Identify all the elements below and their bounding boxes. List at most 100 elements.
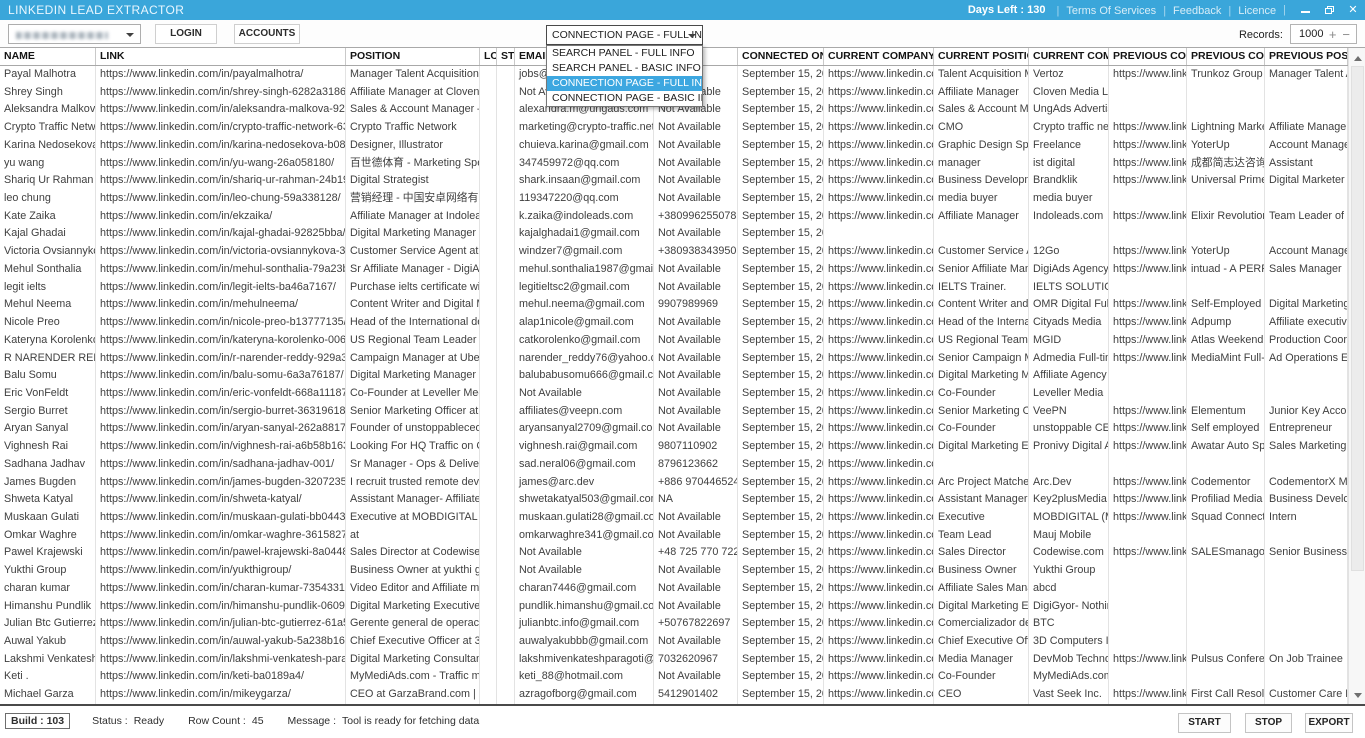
column-header-name[interactable]: NAME [0,48,96,65]
table-row[interactable]: leo chunghttps://www.linkedin.com/in/leo… [0,190,1348,208]
table-cell [1265,190,1348,208]
table-row[interactable]: Victoria Ovsiannykovahttps://www.linkedi… [0,243,1348,261]
table-row[interactable]: Himanshu Pundlikhttps://www.linkedin.com… [0,598,1348,616]
table-cell: https://www.linkedin.com/in/yu-wang-26a0… [96,155,346,173]
column-header-position[interactable]: POSITION [346,48,480,65]
table-row[interactable]: yu wanghttps://www.linkedin.com/in/yu-wa… [0,155,1348,173]
column-header-location[interactable]: LOCATION [480,48,497,65]
dropdown-option[interactable]: SEARCH PANEL - FULL INFO [547,46,702,61]
table-cell: Business Developme [1265,491,1348,509]
table-body: Payal Malhotrahttps://www.linkedin.com/i… [0,66,1348,704]
table-cell [497,84,515,102]
table-row[interactable]: Aryan Sanyalhttps://www.linkedin.com/in/… [0,420,1348,438]
minus-icon[interactable]: − [1342,28,1350,41]
plus-icon[interactable]: + [1329,28,1337,41]
column-header-current-position[interactable]: CURRENT POSITION [934,48,1029,65]
table-cell: https://www.linkedin.com/ [824,261,934,279]
table-cell: https://www.linkedin.com/in/shweta-katya… [96,491,346,509]
table-row[interactable]: Mehul Sonthaliahttps://www.linkedin.com/… [0,261,1348,279]
column-header-link[interactable]: LINK [96,48,346,65]
table-cell: September 15, 2019 [738,527,824,545]
table-cell: https://www.linkedin.com/ [824,420,934,438]
table-row[interactable]: Omkar Waghrehttps://www.linkedin.com/in/… [0,527,1348,545]
table-row[interactable]: Karina Nedosekovahttps://www.linkedin.co… [0,137,1348,155]
dropdown-option[interactable]: CONNECTION PAGE - BASIC INFO [547,91,702,106]
table-row[interactable]: Pawel Krajewskihttps://www.linkedin.com/… [0,544,1348,562]
table-cell: https://www.linkedin.com/in/kateryna-kor… [96,332,346,350]
minimize-icon [1301,11,1310,13]
table-row[interactable]: Julian Btc Gutierrezhttps://www.linkedin… [0,615,1348,633]
column-header-previous-company-id[interactable]: PREVIOUS COMPANY ID [1109,48,1187,65]
table-cell: https://www.linkedin.com/ [1109,66,1187,84]
vertical-scrollbar[interactable] [1348,48,1365,705]
table-row[interactable]: Auwal Yakubhttps://www.linkedin.com/in/a… [0,633,1348,651]
table-cell: September 15, 2019 [738,367,824,385]
table-row[interactable]: Shweta Katyalhttps://www.linkedin.com/in… [0,491,1348,509]
table-cell: Ad Operations Execu [1265,350,1348,368]
table-cell [1187,562,1265,580]
table-row[interactable]: Sergio Burrethttps://www.linkedin.com/in… [0,403,1348,421]
table-row[interactable]: Nicole Preohttps://www.linkedin.com/in/n… [0,314,1348,332]
table-row[interactable]: Kateryna Korolenkohttps://www.linkedin.c… [0,332,1348,350]
scrollbar-thumb[interactable] [1351,66,1364,571]
table-row[interactable]: Mehul Neemahttps://www.linkedin.com/in/m… [0,296,1348,314]
stop-button[interactable]: STOP [1245,713,1292,733]
scroll-up-button[interactable] [1349,50,1365,66]
table-cell: Entrepreneur [1265,420,1348,438]
table-row[interactable]: Lakshmi Venkatesh Paraghttps://www.linke… [0,651,1348,669]
table-row[interactable]: Yukthi Grouphttps://www.linkedin.com/in/… [0,562,1348,580]
table-cell: kajalghadai1@gmail.com [515,225,654,243]
table-cell [497,367,515,385]
dropdown-option[interactable]: SEARCH PANEL - BASIC INFO [547,61,702,76]
export-button[interactable]: EXPORT [1305,713,1353,733]
table-row[interactable]: Shariq Ur Rahmanhttps://www.linkedin.com… [0,172,1348,190]
table-row[interactable]: Sadhana Jadhavhttps://www.linkedin.com/i… [0,456,1348,474]
titlebar-link-feedback[interactable]: Feedback [1173,5,1221,17]
mode-select[interactable]: CONNECTION PAGE - FULL INFO [546,25,703,45]
table-cell [497,403,515,421]
table-row[interactable]: charan kumarhttps://www.linkedin.com/in/… [0,580,1348,598]
table-cell [1187,668,1265,686]
table-cell [497,474,515,492]
titlebar-link-terms-of-services[interactable]: Terms Of Services [1066,5,1156,17]
column-header-previous-position[interactable]: PREVIOUS POSITION [1265,48,1348,65]
table-cell: legit ielts [0,279,96,297]
table-cell: pundlik.himanshu@gmail.com [515,598,654,616]
close-button[interactable]: ✕ [1341,0,1365,20]
table-row[interactable]: Kate Zaikahttps://www.linkedin.com/in/ek… [0,208,1348,226]
table-row[interactable]: R NARENDER REDDYhttps://www.linkedin.com… [0,350,1348,368]
login-button[interactable]: LOGIN [155,24,217,44]
column-header-previous-company[interactable]: PREVIOUS COMPANY [1187,48,1265,65]
table-row[interactable]: legit ieltshttps://www.linkedin.com/in/l… [0,279,1348,297]
records-stepper[interactable]: 1000 + − [1290,24,1357,44]
table-cell: https://www.linkedin.com/ [824,155,934,173]
column-header-current-company-id[interactable]: CURRENT COMPANY ID [824,48,934,65]
column-header-state[interactable]: STATE [497,48,515,65]
scroll-down-button[interactable] [1349,687,1365,703]
account-select[interactable] [8,24,141,44]
accounts-button[interactable]: ACCOUNTS [234,24,300,44]
table-cell: https://www.linkedin.com/ [1109,474,1187,492]
table-row[interactable]: Keti .https://www.linkedin.com/in/keti-b… [0,668,1348,686]
column-header-connected-on[interactable]: CONNECTED ON [738,48,824,65]
table-row[interactable]: Balu Somuhttps://www.linkedin.com/in/bal… [0,367,1348,385]
titlebar-link-licence[interactable]: Licence [1238,5,1276,17]
table-row[interactable]: Kajal Ghadaihttps://www.linkedin.com/in/… [0,225,1348,243]
table-row[interactable]: Vighnesh Raihttps://www.linkedin.com/in/… [0,438,1348,456]
table-cell: September 15, 2019 [738,420,824,438]
table-row[interactable]: Michael Garzahttps://www.linkedin.com/in… [0,686,1348,704]
table-cell: intuad - A PERFORM [1187,261,1265,279]
table-row[interactable]: Muskaan Gulatihttps://www.linkedin.com/i… [0,509,1348,527]
table-row[interactable]: Crypto Traffic Networkhttps://www.linked… [0,119,1348,137]
mode-select-popup: SEARCH PANEL - FULL INFOSEARCH PANEL - B… [546,45,703,107]
table-row[interactable]: James Bugdenhttps://www.linkedin.com/in/… [0,474,1348,492]
column-header-current-company[interactable]: CURRENT COMPANY [1029,48,1109,65]
table-row[interactable]: Eric VonFeldthttps://www.linkedin.com/in… [0,385,1348,403]
minimize-button[interactable] [1293,0,1317,20]
start-button[interactable]: START [1178,713,1231,733]
restore-button[interactable] [1317,0,1341,20]
table-cell: Intern [1265,509,1348,527]
dropdown-option[interactable]: CONNECTION PAGE - FULL INFO [547,76,702,91]
table-cell: charan7446@gmail.com [515,580,654,598]
table-cell: Lightning Marketing [1187,119,1265,137]
